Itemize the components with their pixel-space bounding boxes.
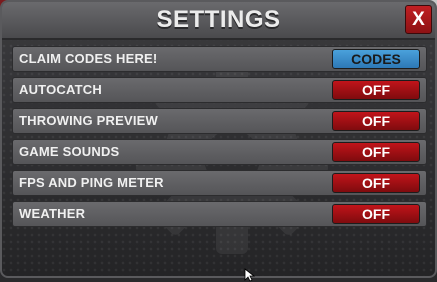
toggle-button[interactable]: OFF: [332, 111, 420, 131]
setting-label: WEATHER: [19, 206, 86, 221]
setting-label: THROWING PREVIEW: [19, 113, 158, 128]
setting-label: GAME SOUNDS: [19, 144, 120, 159]
settings-title: SETTINGS: [156, 6, 281, 33]
toggle-button[interactable]: OFF: [332, 80, 420, 100]
setting-row: WEATHER OFF: [12, 201, 427, 227]
close-button[interactable]: X: [405, 5, 432, 34]
settings-panel: SETTINGS X CLAIM CODES HERE! CODES AUTOCAT…: [0, 0, 437, 278]
toggle-button[interactable]: OFF: [332, 204, 420, 224]
setting-label: CLAIM CODES HERE!: [19, 51, 158, 66]
setting-row: CLAIM CODES HERE! CODES: [12, 46, 427, 72]
toggle-button[interactable]: OFF: [332, 173, 420, 193]
settings-header: SETTINGS X: [2, 2, 435, 40]
setting-label: AUTOCATCH: [19, 82, 102, 97]
codes-button[interactable]: CODES: [332, 49, 420, 69]
setting-label: FPS AND PING METER: [19, 175, 164, 190]
setting-row: GAME SOUNDS OFF: [12, 139, 427, 165]
setting-row: THROWING PREVIEW OFF: [12, 108, 427, 134]
mouse-cursor-icon: [244, 268, 256, 282]
setting-row: AUTOCATCH OFF: [12, 77, 427, 103]
toggle-button[interactable]: OFF: [332, 142, 420, 162]
setting-row: FPS AND PING METER OFF: [12, 170, 427, 196]
